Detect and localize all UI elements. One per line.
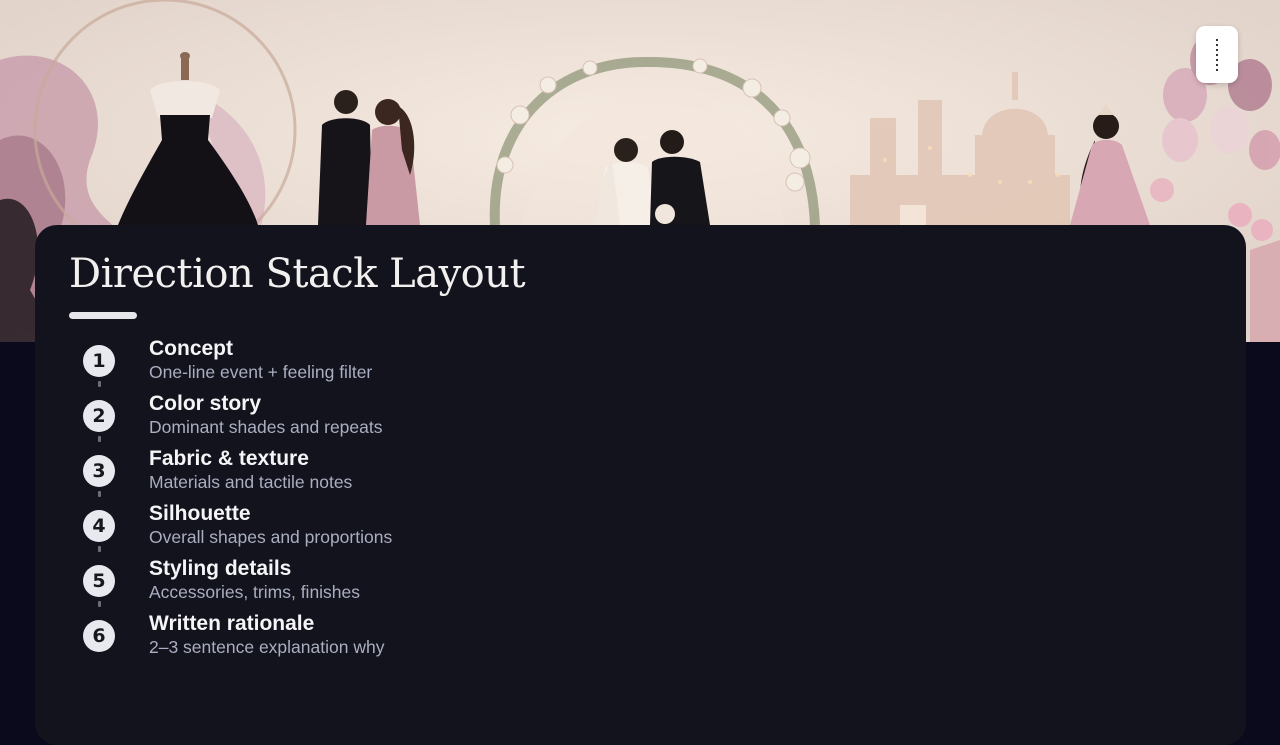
logo-badge	[1196, 26, 1238, 83]
step-title: Written rationale	[149, 612, 315, 635]
slide-title: Direction Stack Layout	[69, 251, 526, 297]
title-underline	[69, 312, 137, 319]
step-title: Concept	[149, 337, 233, 360]
step-item: 1 Concept One-line event + feeling filte…	[35, 335, 635, 390]
step-item: 3 Fabric & texture Materials and tactile…	[35, 445, 635, 500]
step-description: Materials and tactile notes	[149, 472, 353, 492]
step-title: Fabric & texture	[149, 447, 309, 470]
logo-icon	[1216, 39, 1218, 71]
step-number-badge: 2	[83, 400, 115, 432]
step-title: Styling details	[149, 557, 292, 580]
step-description: Accessories, trims, finishes	[149, 582, 361, 602]
step-number-badge: 3	[83, 455, 115, 487]
step-number-badge: 6	[83, 620, 115, 652]
step-description: One-line event + feeling filter	[149, 362, 373, 382]
step-item: 4 Silhouette Overall shapes and proporti…	[35, 500, 635, 555]
step-number-badge: 4	[83, 510, 115, 542]
step-connector	[98, 381, 101, 387]
step-title: Silhouette	[149, 502, 251, 525]
step-connector	[98, 491, 101, 497]
step-title: Color story	[149, 392, 262, 415]
step-number-badge: 5	[83, 565, 115, 597]
step-description: Overall shapes and proportions	[149, 527, 393, 547]
step-description: 2–3 sentence explanation why	[149, 637, 385, 657]
step-connector	[98, 601, 101, 607]
step-connector	[98, 546, 101, 552]
step-item: 6 Written rationale 2–3 sentence explana…	[35, 610, 635, 665]
step-description: Dominant shades and repeats	[149, 417, 383, 437]
step-connector	[98, 436, 101, 442]
step-item: 5 Styling details Accessories, trims, fi…	[35, 555, 635, 610]
step-item: 2 Color story Dominant shades and repeat…	[35, 390, 635, 445]
content-card: Direction Stack Layout 1 Concept One-lin…	[35, 225, 1246, 745]
step-number-badge: 1	[83, 345, 115, 377]
